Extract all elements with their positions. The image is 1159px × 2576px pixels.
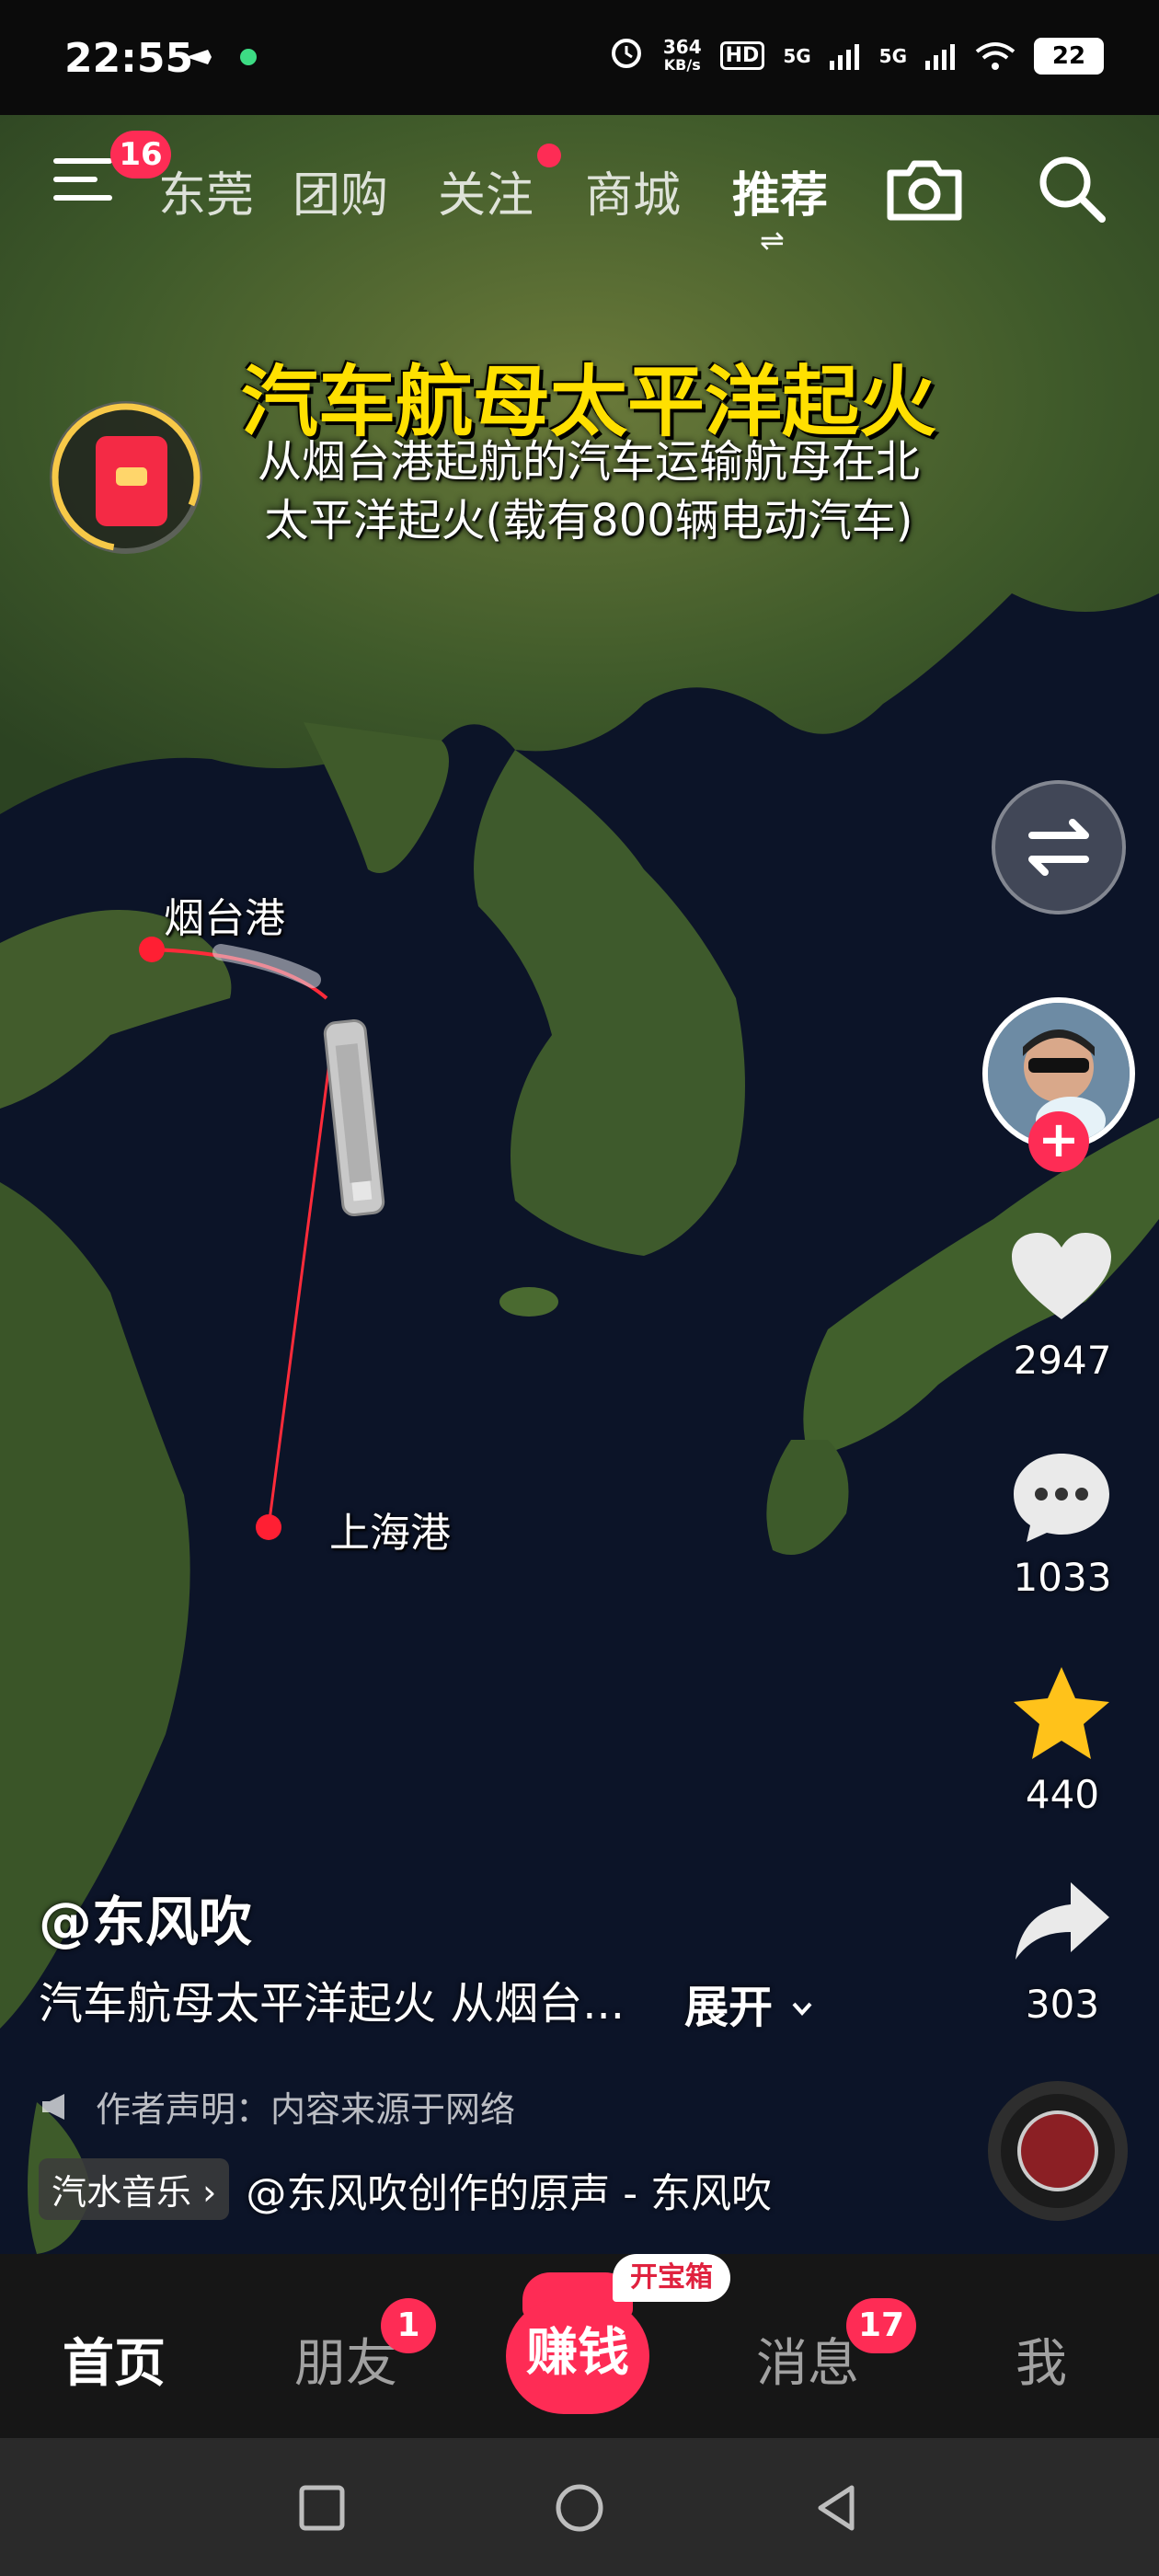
battery-icon: 22 [1034,37,1104,75]
chevron-right-icon: › [202,2172,217,2213]
red-envelope-icon [96,436,167,526]
video-subtitle-line-1: 从烟台港起航的汽车运输航母在北 [257,436,920,488]
caption-text[interactable]: 汽车航母太平洋起火 从烟台... [39,1967,625,2031]
app-notification-icons [184,40,267,77]
signal-icon-2: 5G [878,44,907,67]
share-icon[interactable] [1010,1877,1113,1965]
ship-icon [323,1018,385,1217]
messages-badge: 17 [846,2298,916,2353]
swap-icon [1028,819,1089,876]
friends-badge: 1 [381,2298,436,2353]
system-nav-bar [0,2438,1159,2576]
author-declaration: 作者声明：内容来源于网络 [39,2081,515,2132]
nav-messages[interactable]: 消息 [756,2322,859,2397]
like-count: 2947 [1013,1338,1112,1383]
hd-icon: HD [719,41,765,70]
chevron-down-icon [792,2002,812,2016]
signal-bars-icon [829,43,859,70]
search-icon[interactable] [1032,149,1109,226]
like-icon[interactable] [1008,1229,1115,1325]
following-dot [537,144,561,167]
red-packet-widget[interactable] [50,401,202,554]
net-speed: 364 KB/s [663,38,702,75]
wifi-icon [975,41,1016,70]
favorite-star-icon[interactable] [1008,1663,1115,1765]
music-cover-image [1017,2110,1098,2191]
origin-marker [139,937,165,962]
follow-button[interactable]: + [1028,1111,1089,1172]
status-bar: 22:55 364 KB/s HD 5G 5G 22 [0,0,1159,115]
expand-button[interactable]: 展开 [684,1971,816,2035]
favorite-count: 440 [1025,1772,1100,1817]
camera-icon[interactable] [883,153,966,226]
comment-icon[interactable] [1008,1448,1115,1546]
nav-me[interactable]: 我 [1016,2322,1067,2397]
home-circle-icon[interactable] [554,2482,605,2534]
net-speed-unit: KB/s [663,55,701,74]
music-app-tag[interactable]: 汽水音乐 › [39,2158,230,2220]
status-time: 22:55 [64,35,194,82]
music-disc-button[interactable] [988,2081,1128,2221]
author-name[interactable]: @东风吹 [39,1879,252,1956]
tab-recommend[interactable]: 推荐 [732,156,828,225]
signal-bars-icon-2 [925,43,955,70]
signal-icon-1: 5G [783,44,811,67]
bottom-nav: 首页 朋友 1 赚钱 开宝箱 消息 17 我 [0,2254,1159,2438]
music-row[interactable]: 汽水音乐 › @东风吹创作的原声 - 东风吹 [39,2158,772,2220]
top-nav: 16 东莞 团购 关注 商城 推荐 ⇌ [0,131,1159,258]
destination-marker [256,1514,281,1540]
notification-icon [186,49,257,65]
destination-label: 上海港 [329,1510,451,1557]
recents-square-icon[interactable] [296,2482,348,2534]
tab-group-buy[interactable]: 团购 [293,156,388,225]
swap-arrows-icon: ⇌ [760,223,785,258]
tab-following[interactable]: 关注 [438,156,534,225]
alarm-icon [608,33,645,78]
tab-local[interactable]: 东莞 [158,156,254,225]
menu-icon[interactable] [53,158,112,213]
comment-count: 1033 [1013,1555,1112,1600]
music-title[interactable]: @东风吹创作的原声 - 东风吹 [246,2160,772,2219]
switch-view-button[interactable] [992,780,1126,914]
video-subtitle: 从烟台港起航的汽车运输航母在北 太平洋起火(载有800辆电动汽车) [221,432,957,550]
music-tag-label: 汽水音乐 [52,2172,192,2213]
share-count: 303 [1025,1982,1100,2027]
tab-mall[interactable]: 商城 [585,156,681,225]
declaration-text: 作者声明：内容来源于网络 [96,2089,516,2130]
nav-home[interactable]: 首页 [63,2322,166,2397]
origin-label: 烟台港 [164,895,285,942]
expand-label: 展开 [684,1982,774,2033]
status-right-icons: 364 KB/s HD 5G 5G 22 [608,33,1104,78]
earn-button[interactable]: 赚钱 [506,2298,649,2414]
video-subtitle-line-2: 太平洋起火(载有800辆电动汽车) [264,495,913,546]
back-triangle-icon[interactable] [811,2482,863,2534]
open-chest-label[interactable]: 开宝箱 [613,2254,730,2302]
megaphone-icon [42,2093,64,2120]
net-speed-value: 364 [662,35,702,58]
